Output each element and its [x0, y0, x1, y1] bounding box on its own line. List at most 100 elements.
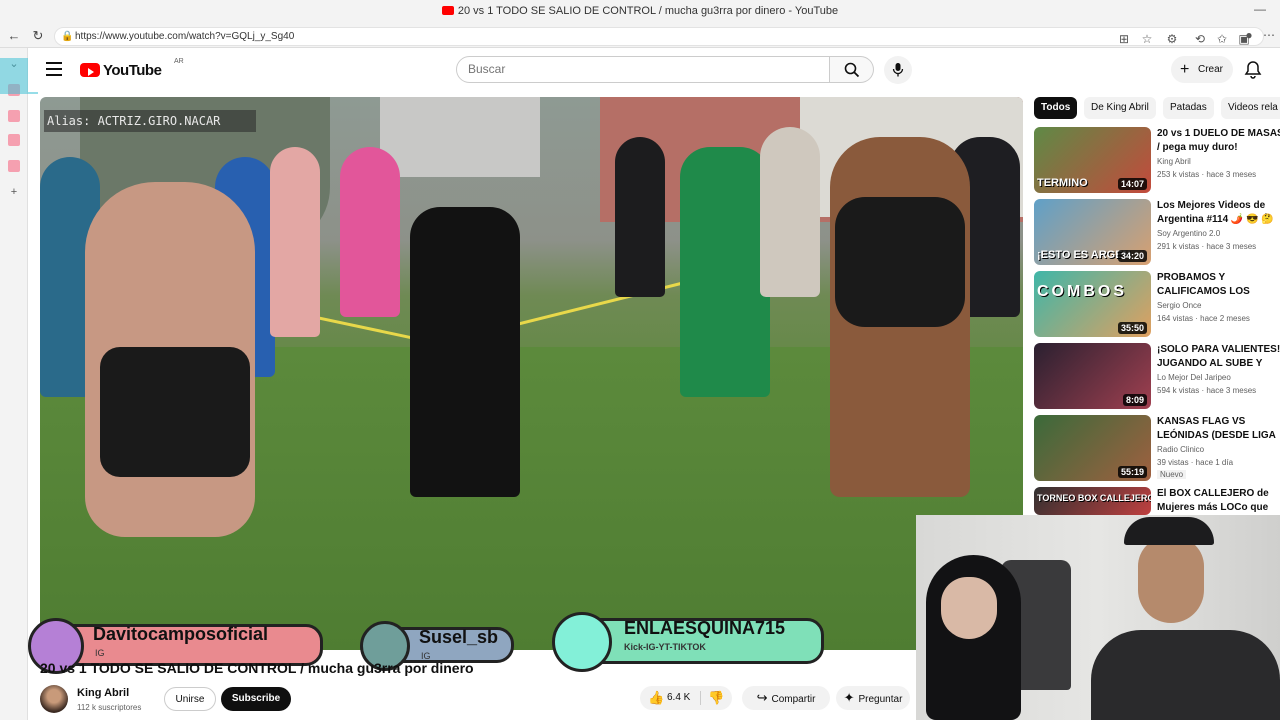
recommendation-title[interactable]: Los Mejores Videos de Argentina #114 🌶️ …	[1157, 199, 1280, 227]
more-menu-icon[interactable]: ⋯	[1262, 28, 1276, 42]
notifications-bell-icon[interactable]	[1244, 60, 1262, 80]
streamer-name: ENLAESQUINA715	[624, 618, 786, 638]
logo-text: YouTube	[103, 62, 162, 79]
thumbnail-text: COMBOS	[1037, 283, 1127, 300]
tab-title[interactable]: 20 vs 1 TODO SE SALIO DE CONTROL / mucha…	[0, 5, 1280, 17]
duration-badge: 35:50	[1117, 322, 1147, 334]
search-input[interactable]	[468, 62, 808, 76]
like-dislike-group: 👍 6.4 K 👎	[640, 686, 732, 710]
video-scene-person	[615, 137, 665, 297]
youtube-tab-icon[interactable]	[8, 110, 20, 122]
recommendation-item[interactable]: TORNEO BOX CALLEJERO El BOX CALLEJERO de …	[1034, 487, 1280, 515]
minimize-icon[interactable]: —	[1254, 2, 1266, 16]
star-icon[interactable]: ☆	[1140, 32, 1154, 46]
alias-overlay: Alias: ACTRIZ.GIRO.NACAR	[44, 110, 256, 132]
duration-badge: 14:07	[1117, 178, 1147, 190]
profile-avatar-icon[interactable]: ●	[1242, 28, 1256, 42]
url-text: https://www.youtube.com/watch?v=GQLj_y_S…	[75, 31, 295, 42]
recommendation-channel[interactable]: Radio Clinico	[1157, 445, 1204, 454]
video-thumbnail[interactable]: 55:19	[1034, 415, 1151, 481]
video-scene-fighter-shirt	[835, 197, 965, 327]
video-thumbnail[interactable]: 8:09	[1034, 343, 1151, 409]
video-title: 20 vs 1 TODO SE SALIO DE CONTROL / mucha…	[40, 660, 474, 676]
channel-name[interactable]: King Abril	[77, 687, 129, 699]
duration-badge: 34:20	[1117, 250, 1147, 262]
search-button[interactable]	[830, 56, 874, 83]
video-scene-fighter-shorts	[100, 347, 250, 477]
recommendation-channel[interactable]: Soy Argentino 2.0	[1157, 229, 1220, 238]
tab-title-text: 20 vs 1 TODO SE SALIO DE CONTROL / mucha…	[457, 5, 839, 17]
video-scene-person	[760, 127, 820, 297]
address-bar[interactable]: 🔒 https://www.youtube.com/watch?v=GQLj_y…	[54, 27, 1264, 46]
subscribe-button[interactable]: Subscribe	[221, 687, 291, 711]
chip-all[interactable]: Todos	[1034, 97, 1078, 119]
recommendation-meta: 39 vistas · hace 1 día	[1157, 458, 1234, 467]
divider	[700, 691, 701, 705]
favorites-icon[interactable]: ✩	[1215, 32, 1229, 46]
recommendation-item[interactable]: 8:09 ¡SOLO PARA VALIENTES! JUGANDO AL SUB…	[1034, 343, 1280, 409]
recommendation-title[interactable]: KANSAS FLAG VS LEÓNIDAS (DESDE LIGA COLE…	[1157, 415, 1280, 443]
microphone-icon	[892, 63, 904, 77]
create-button[interactable]: + Crear	[1171, 56, 1233, 83]
thumbs-down-icon[interactable]: 👎	[708, 686, 724, 710]
recommendation-item[interactable]: TERMINO 14:07 20 vs 1 DUELO DE MASAS / peg…	[1034, 127, 1280, 193]
share-button[interactable]: ↪ Compartir	[742, 686, 830, 710]
browser-titlebar: 20 vs 1 TODO SE SALIO DE CONTROL / mucha…	[0, 0, 1280, 24]
reload-icon[interactable]: ↻	[30, 28, 46, 44]
grid-icon[interactable]: ⊞	[1117, 32, 1131, 46]
recommendation-title[interactable]: El BOX CALLEJERO de Mujeres más LOCo que…	[1157, 487, 1280, 515]
chip-kicks[interactable]: Patadas	[1163, 97, 1214, 119]
video-thumbnail[interactable]: TORNEO BOX CALLEJERO	[1034, 487, 1151, 515]
streamer-platforms: Kick-IG-YT-TIKTOK	[624, 642, 706, 652]
recommendation-meta: 164 vistas · hace 2 meses	[1157, 314, 1250, 323]
webcam-person-right	[1091, 630, 1280, 720]
sync-icon[interactable]: ⟲	[1193, 32, 1207, 46]
thumbnail-text: TERMINO	[1037, 177, 1088, 189]
video-scene-referee	[410, 207, 520, 497]
new-badge: Nuevo	[1157, 470, 1187, 479]
recommendation-channel[interactable]: King Abril	[1157, 157, 1191, 166]
chip-from-channel[interactable]: De King Abril	[1084, 97, 1156, 119]
thumbs-up-icon[interactable]: 👍	[648, 686, 664, 710]
search-icon	[844, 62, 860, 78]
video-thumbnail[interactable]: COMBOS 35:50	[1034, 271, 1151, 337]
recommendation-title[interactable]: ¡SOLO PARA VALIENTES! JUGANDO AL SUBE Y …	[1157, 343, 1280, 371]
ask-button[interactable]: ✦ Preguntar	[836, 686, 910, 710]
recommendation-title[interactable]: 20 vs 1 DUELO DE MASAS / pega muy duro!	[1157, 127, 1280, 155]
sparkle-icon: ✦	[843, 690, 855, 705]
video-thumbnail[interactable]: TERMINO 14:07	[1034, 127, 1151, 193]
recommendation-channel[interactable]: Sergio Once	[1157, 301, 1201, 310]
join-button[interactable]: Unirse	[164, 687, 216, 711]
youtube-tab-icon[interactable]	[8, 160, 20, 172]
recommendation-channel[interactable]: Lo Mejor Del Jaripeo	[1157, 373, 1231, 382]
menu-icon[interactable]	[46, 62, 62, 76]
recommendation-item[interactable]: COMBOS 35:50 PROBAMOS Y CALIFICAMOS LOS ME…	[1034, 271, 1280, 337]
streamer-platforms: IG	[95, 648, 105, 658]
youtube-favicon-icon	[441, 6, 454, 15]
video-scene-person	[340, 147, 400, 317]
video-player[interactable]	[40, 97, 1023, 650]
browser-toolbar: ← ↻ 🔒 https://www.youtube.com/watch?v=GQ…	[0, 24, 1280, 48]
add-tab-icon[interactable]: +	[8, 186, 20, 198]
recommendation-item[interactable]: ¡ESTO ES ARGEN 34:20 Los Mejores Videos de…	[1034, 199, 1280, 265]
like-count[interactable]: 6.4 K	[667, 686, 690, 710]
video-scene-building	[380, 97, 540, 177]
browser-sidebar: ⌄ +	[0, 48, 28, 720]
video-thumbnail[interactable]: ¡ESTO ES ARGEN 34:20	[1034, 199, 1151, 265]
recommendation-item[interactable]: 55:19 KANSAS FLAG VS LEÓNIDAS (DESDE LIGA…	[1034, 415, 1280, 481]
channel-avatar[interactable]	[40, 685, 68, 713]
recommendation-title[interactable]: PROBAMOS Y CALIFICAMOS LOS MEJORES COMBO…	[1157, 271, 1280, 299]
page: 20 vs 1 TODO SE SALIO DE CONTROL / mucha…	[0, 0, 1280, 720]
youtube-tab-icon[interactable]	[8, 134, 20, 146]
streamer-avatar-circle	[552, 612, 612, 672]
recommendation-meta: 594 k vistas · hace 3 meses	[1157, 386, 1257, 395]
video-scene-person	[680, 147, 770, 397]
thumbnail-text: ¡ESTO ES ARGEN	[1037, 249, 1131, 261]
extension-icon[interactable]: ⚙	[1165, 32, 1179, 46]
back-arrow-icon[interactable]: ←	[6, 28, 22, 44]
recommendation-meta: 291 k vistas · hace 3 meses	[1157, 242, 1257, 251]
duration-badge: 55:19	[1117, 466, 1147, 478]
streamer-name: Susel_sb	[419, 627, 499, 647]
voice-search-button[interactable]	[884, 56, 912, 84]
chip-related[interactable]: Videos rela	[1221, 97, 1280, 119]
